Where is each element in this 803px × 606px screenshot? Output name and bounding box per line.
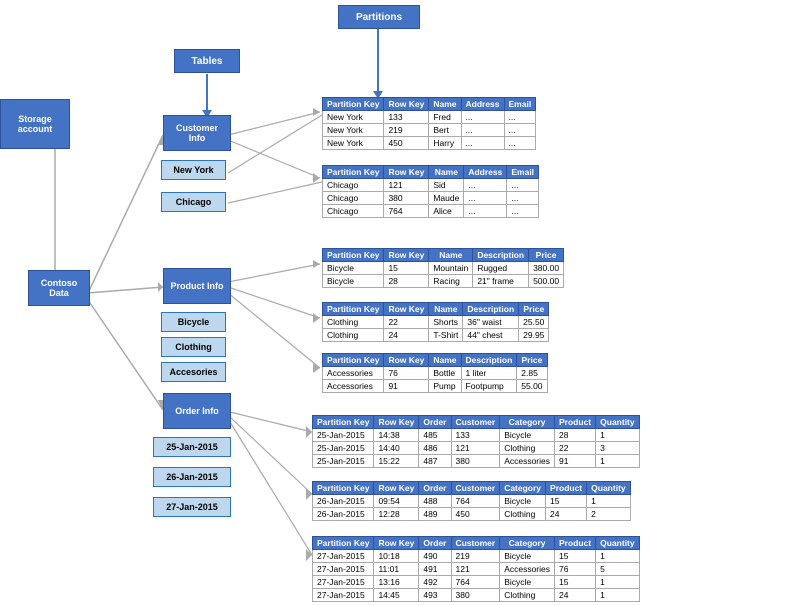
tables-box: Tables — [174, 49, 240, 73]
table-row: 27-Jan-201511:01491121Accessories765 — [313, 563, 640, 576]
customer-chicago-table: Partition Key Row Key Name Address Email… — [322, 165, 539, 218]
chicago-label: Chicago — [161, 192, 226, 212]
clothing-label: Clothing — [161, 337, 226, 357]
table-row: Chicago121Sid...... — [323, 179, 539, 192]
table-row: 25-Jan-201514:38485133Bicycle281 — [313, 429, 640, 442]
table-row: Bicycle28Racing21" frame500.00 — [323, 275, 564, 288]
table-row: Chicago764Alice...... — [323, 205, 539, 218]
order-jan27-table: Partition Key Row Key Order Customer Cat… — [312, 536, 640, 602]
table-row: New York450Harry...... — [323, 137, 536, 150]
table-row: 26-Jan-201509:54488764Bicycle151 — [313, 495, 631, 508]
table-row: 27-Jan-201514:45493380Clothing241 — [313, 589, 640, 602]
jan27-label: 27-Jan-2015 — [153, 497, 231, 517]
table-row: 27-Jan-201510:18490219Bicycle151 — [313, 550, 640, 563]
jan26-label: 26-Jan-2015 — [153, 467, 231, 487]
table-row: 26-Jan-201512:28489450Clothing242 — [313, 508, 631, 521]
new-york-label: New York — [161, 160, 226, 180]
table-row: 27-Jan-201513:16492764Bicycle151 — [313, 576, 640, 589]
bicycle-label: Bicycle — [161, 312, 226, 332]
table-row: Clothing24T-Shirt44" chest29.95 — [323, 329, 549, 342]
partitions-box: Partitions — [338, 5, 420, 29]
product-accessories-table: Partition Key Row Key Name Description P… — [322, 353, 548, 393]
order-jan26-table: Partition Key Row Key Order Customer Cat… — [312, 481, 631, 521]
order-info-box: Order Info — [163, 393, 231, 429]
storage-account-box: Storage account — [0, 99, 70, 149]
table-row: Accessories76Bottle1 liter2.85 — [323, 367, 548, 380]
table-row: New York219Bert...... — [323, 124, 536, 137]
diagram: Storage account Contoso Data Partitions … — [0, 0, 803, 606]
product-clothing-table: Partition Key Row Key Name Description P… — [322, 302, 549, 342]
table-row: Accessories91PumpFootpump55.00 — [323, 380, 548, 393]
product-info-box: Product Info — [163, 268, 231, 304]
table-row: Chicago380Maude...... — [323, 192, 539, 205]
table-row: 25-Jan-201514:40486121Clothing223 — [313, 442, 640, 455]
accessories-label: Accesories — [161, 362, 226, 382]
jan25-label: 25-Jan-2015 — [153, 437, 231, 457]
table-row: Bicycle15MountainRugged380.00 — [323, 262, 564, 275]
customer-newyork-table: Partition Key Row Key Name Address Email… — [322, 97, 536, 150]
table-row: Clothing22Shorts36" waist25.50 — [323, 316, 549, 329]
product-bicycle-table: Partition Key Row Key Name Description P… — [322, 248, 564, 288]
table-row: 25-Jan-201515:22487380Accessories911 — [313, 455, 640, 468]
table-row: New York133Fred...... — [323, 111, 536, 124]
order-jan25-table: Partition Key Row Key Order Customer Cat… — [312, 415, 640, 468]
customer-info-box: Customer Info — [163, 115, 231, 151]
contoso-data-box: Contoso Data — [28, 270, 90, 306]
